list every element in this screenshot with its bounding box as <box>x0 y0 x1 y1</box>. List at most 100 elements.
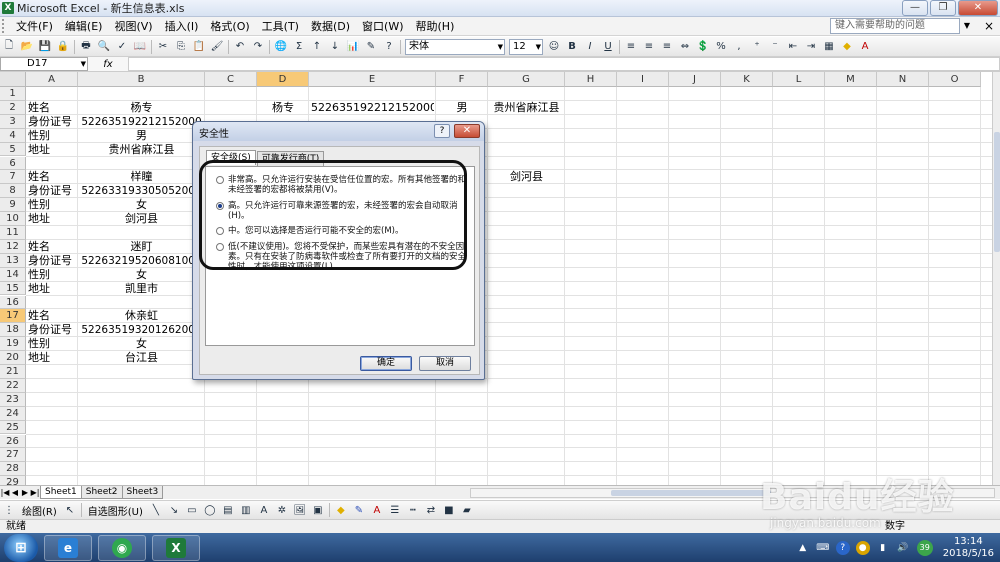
row-header[interactable]: 17 <box>0 309 26 324</box>
3d-icon[interactable]: ▰ <box>460 503 474 517</box>
row-header[interactable]: 6 <box>0 156 26 171</box>
column-header[interactable]: F <box>436 72 488 87</box>
prev-sheet-icon[interactable]: ◀ <box>10 488 20 497</box>
cell-a5[interactable]: 地址 <box>28 143 76 157</box>
vertical-scrollbar[interactable] <box>992 72 1000 485</box>
undo-icon[interactable]: ↶ <box>233 40 247 54</box>
textbox-icon[interactable]: ▤ <box>221 503 235 517</box>
fill-color-icon[interactable]: ◆ <box>840 40 854 54</box>
taskbar-excel-button[interactable]: X <box>152 534 200 561</box>
underline-button[interactable]: U <box>601 40 615 54</box>
cell-b10[interactable]: 剑河县 <box>80 212 203 226</box>
research-icon[interactable]: 📖 <box>133 40 147 54</box>
row-header[interactable]: 2 <box>0 100 26 115</box>
increase-decimal-icon[interactable]: ⁺ <box>750 40 764 54</box>
sheet-tab-sheet3[interactable]: Sheet3 <box>121 486 164 499</box>
row-header[interactable]: 23 <box>0 392 26 407</box>
arrow-icon[interactable]: ↘ <box>167 503 181 517</box>
cell-b20[interactable]: 台江县 <box>80 351 203 365</box>
column-header[interactable]: B <box>78 72 205 87</box>
column-header[interactable]: A <box>26 72 78 87</box>
row-header[interactable]: 11 <box>0 226 26 240</box>
smiley-icon[interactable]: ☺ <box>547 40 561 54</box>
last-sheet-icon[interactable]: ▶| <box>30 488 40 497</box>
column-header[interactable]: J <box>669 72 721 87</box>
help-dropdown-icon[interactable]: ▼ <box>964 21 970 30</box>
row-header[interactable]: 21 <box>0 365 26 379</box>
start-button[interactable]: ⊞ <box>4 533 38 562</box>
row-header[interactable]: 8 <box>0 184 26 199</box>
font-color-icon[interactable]: A <box>370 503 384 517</box>
menu-data[interactable]: 数据(D) <box>305 17 356 36</box>
row-header[interactable]: 29 <box>0 476 26 485</box>
cell-b12[interactable]: 迷盯 <box>80 240 203 254</box>
decrease-decimal-icon[interactable]: ⁻ <box>768 40 782 54</box>
row-header[interactable]: 5 <box>0 142 26 157</box>
comma-button[interactable]: , <box>732 40 746 54</box>
align-center-icon[interactable]: ≡ <box>642 40 656 54</box>
percent-button[interactable]: % <box>714 40 728 54</box>
vertical-textbox-icon[interactable]: ▥ <box>239 503 253 517</box>
borders-icon[interactable]: ▦ <box>822 40 836 54</box>
formula-input[interactable] <box>128 57 1000 71</box>
row-header[interactable]: 26 <box>0 434 26 449</box>
autoshapes-button[interactable]: 自选图形(U) <box>84 503 147 518</box>
redo-icon[interactable]: ↷ <box>251 40 265 54</box>
currency-icon[interactable]: 💲 <box>696 40 710 54</box>
cancel-button[interactable]: 取消 <box>419 356 471 371</box>
cell-a2[interactable]: 姓名 <box>28 101 76 115</box>
column-header[interactable]: K <box>721 72 773 87</box>
column-header[interactable]: E <box>309 72 436 87</box>
autosum-icon[interactable]: Σ <box>292 40 306 54</box>
decrease-indent-icon[interactable]: ⇤ <box>786 40 800 54</box>
shadow-icon[interactable]: ■ <box>442 503 456 517</box>
help-icon[interactable]: ? <box>382 40 396 54</box>
row-header[interactable]: 7 <box>0 170 26 185</box>
row-header[interactable]: 12 <box>0 239 26 254</box>
cell-d2[interactable]: 杨专 <box>259 101 307 115</box>
align-left-icon[interactable]: ≡ <box>624 40 638 54</box>
next-sheet-icon[interactable]: ▶ <box>20 488 30 497</box>
cell-a17[interactable]: 姓名 <box>28 309 76 323</box>
horizontal-scroll-thumb[interactable] <box>611 490 771 496</box>
cut-icon[interactable]: ✂ <box>156 40 170 54</box>
cell-b14[interactable]: 女 <box>80 268 203 282</box>
menu-tools[interactable]: 工具(T) <box>256 17 305 36</box>
column-header[interactable]: M <box>825 72 877 87</box>
row-header[interactable]: 24 <box>0 406 26 421</box>
cell-e2[interactable]: 522635192212152000 <box>311 101 434 115</box>
cell-b2[interactable]: 杨专 <box>80 101 203 115</box>
dialog-close-button[interactable]: ✕ <box>454 124 480 138</box>
menu-help[interactable]: 帮助(H) <box>410 17 461 36</box>
row-header[interactable]: 25 <box>0 420 26 435</box>
taskbar-browser-button[interactable]: ◉ <box>98 534 146 561</box>
cell-b7[interactable]: 样瞳 <box>80 170 203 184</box>
cell-a14[interactable]: 性别 <box>28 268 76 282</box>
cell-b17[interactable]: 休亲虹 <box>80 309 203 323</box>
clipart-icon[interactable]: 🖼 <box>293 503 307 517</box>
tray-badge[interactable]: 39 <box>916 539 933 556</box>
row-header[interactable]: 15 <box>0 281 26 296</box>
column-header[interactable]: H <box>565 72 617 87</box>
cell-a3[interactable]: 身份证号 <box>28 115 76 129</box>
menu-file[interactable]: 文件(F) <box>10 17 59 36</box>
line-style-icon[interactable]: ☰ <box>388 503 402 517</box>
tray-volume-icon[interactable]: 🔊 <box>896 541 910 555</box>
ok-button[interactable]: 确定 <box>360 356 412 371</box>
new-icon[interactable]: 🗋 <box>2 40 16 54</box>
row-header[interactable]: 10 <box>0 212 26 226</box>
line-color-icon[interactable]: ✎ <box>352 503 366 517</box>
fill-color-icon[interactable]: ◆ <box>334 503 348 517</box>
column-header[interactable]: C <box>205 72 257 87</box>
picture-icon[interactable]: ▣ <box>311 503 325 517</box>
rectangle-icon[interactable]: ▭ <box>185 503 199 517</box>
name-box[interactable]: D17 ▼ <box>0 57 88 71</box>
italic-button[interactable]: I <box>583 40 597 54</box>
print-preview-icon[interactable]: 🔍 <box>97 40 111 54</box>
cell-g2[interactable]: 贵州省麻江县 <box>490 101 563 115</box>
cell-a18[interactable]: 身份证号 <box>28 323 76 337</box>
draw-menu-button[interactable]: 绘图(R) <box>18 503 61 518</box>
cell-b3[interactable]: 522635192212152000 <box>80 115 203 129</box>
cell-b8[interactable]: 522633193305052000 <box>80 184 203 198</box>
column-header[interactable]: N <box>877 72 929 87</box>
